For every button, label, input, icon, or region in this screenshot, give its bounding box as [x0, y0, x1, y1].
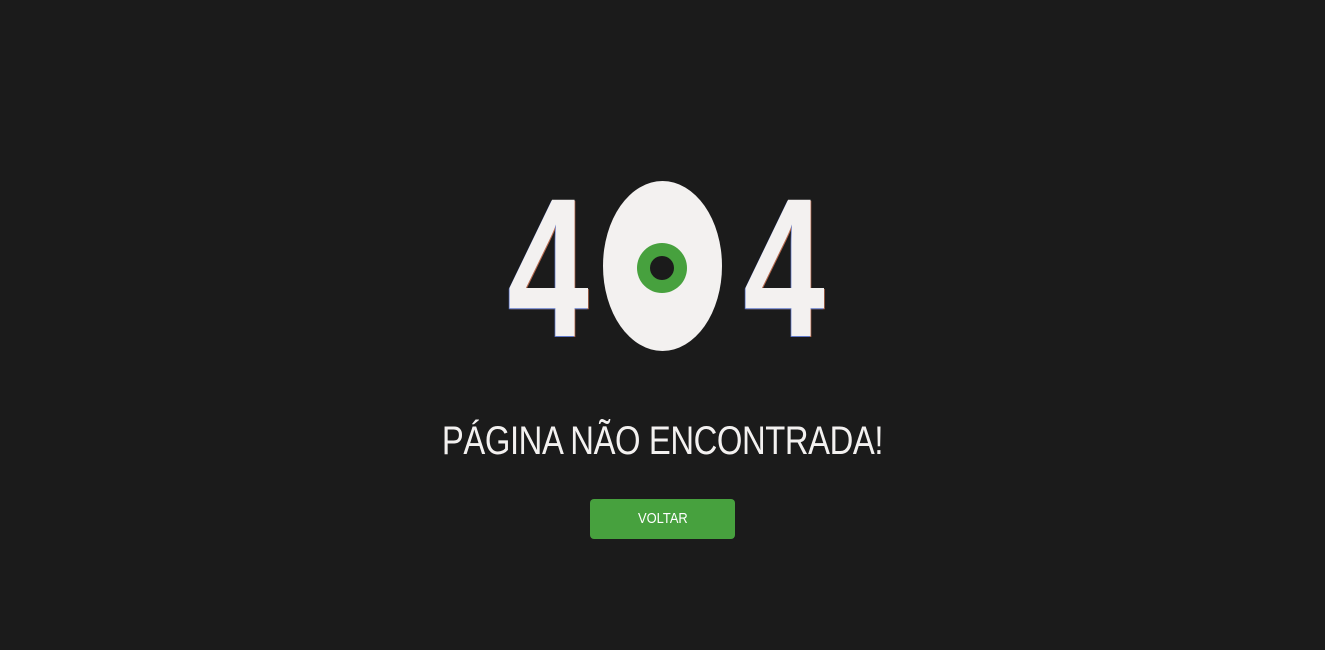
eye-icon: [603, 181, 722, 351]
back-button[interactable]: VOLTAR: [590, 499, 735, 539]
error-digit-last: 4: [743, 157, 825, 378]
error-digit-first: 4: [507, 157, 589, 378]
eye-iris: [637, 243, 687, 293]
error-code-404: 4 4: [0, 157, 1325, 378]
page-not-found-message: PÁGINA NÃO ENCONTRADA!: [441, 419, 884, 463]
eye-pupil: [650, 256, 674, 280]
not-found-page: 4 4 PÁGINA NÃO ENCONTRADA! VOLTAR: [0, 0, 1325, 650]
back-button-label: VOLTAR: [637, 510, 688, 527]
